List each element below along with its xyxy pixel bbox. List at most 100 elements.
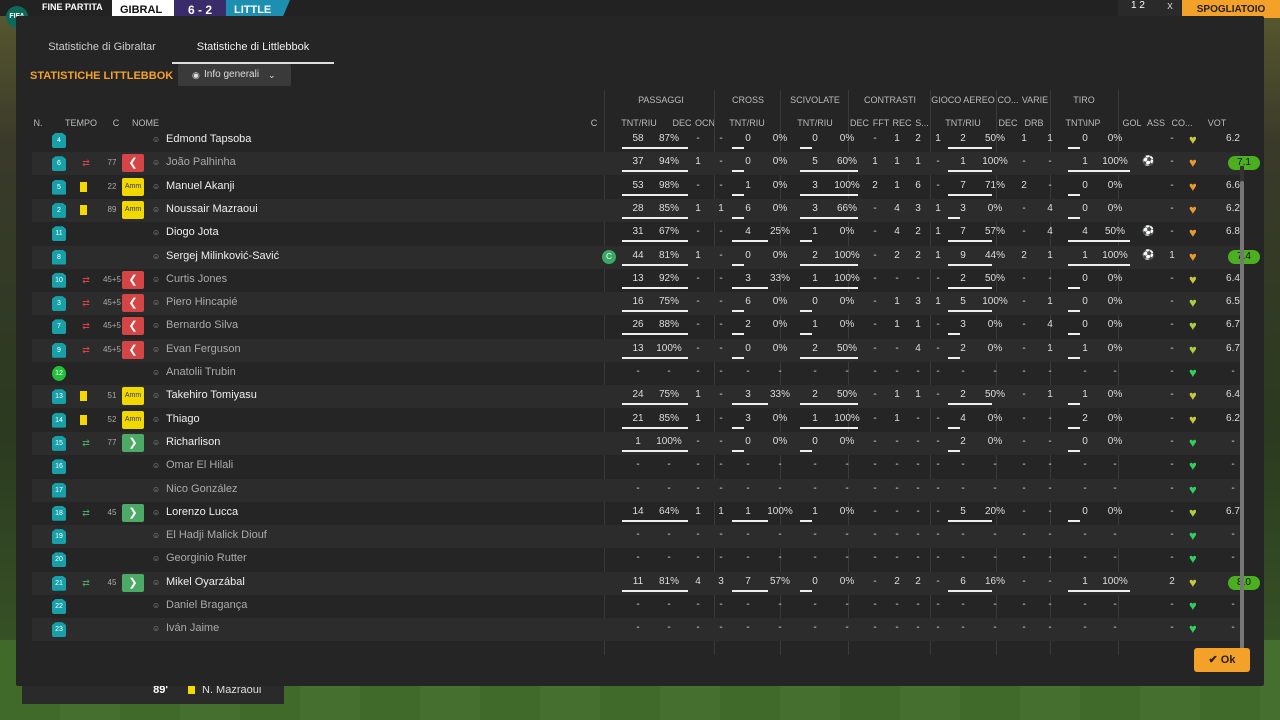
table-row[interactable]: 22 ☺ Daniel Bragança - - - - - - - - - - - - - - - - - - - ♥ -: [32, 595, 1240, 618]
col-goals[interactable]: GOL: [1122, 118, 1142, 128]
player-name[interactable]: Piero Hincapié: [166, 296, 238, 308]
table-row[interactable]: 14 52 Amm ☺ Thiago 21 85% 1-3 0% 1 100% -1- -4 0% - -2 0…: [32, 409, 1240, 432]
pass-chances: -: [719, 482, 723, 494]
col-captain[interactable]: C: [588, 118, 600, 128]
table-row[interactable]: 9 ⇄ 45+5 ❮ ☺ Evan Ferguson 13 100% - -0 0% 2 50% - -4-…: [32, 338, 1240, 362]
table-row[interactable]: 20 ☺ Georginio Rutter - - - - - - - - - - - - - - - - - - - ♥ -: [32, 548, 1240, 571]
col-c[interactable]: C: [110, 118, 122, 128]
col-rating[interactable]: VOT: [1202, 118, 1232, 128]
shots-attempted: 0: [1082, 296, 1088, 308]
player-name[interactable]: El Hadji Malick Diouf: [166, 529, 267, 541]
col-con-fft[interactable]: FFT: [872, 118, 890, 128]
player-name[interactable]: Iván Jaime: [166, 622, 219, 634]
col-con-rec[interactable]: REC: [892, 118, 912, 128]
col-pass-dec[interactable]: DEC: [672, 118, 692, 128]
col-time[interactable]: TEMPO: [64, 118, 98, 128]
table-row[interactable]: 7 ⇄ 45+5 ❮ ☺ Bernardo Silva 26 88% - -2 0% 1 0% -1 1-3…: [32, 315, 1240, 338]
player-name[interactable]: Sergej Milinković-Savić: [166, 250, 279, 262]
table-row[interactable]: 11 ☺ Diogo Jota 31 67% - - 4 25% 1 0% - 4 2 1 7 57% - 4 4 50…: [32, 222, 1240, 245]
table-row[interactable]: 18 ⇄ 45 ❯ ☺ Lorenzo Lucca 14 64% 1 1 1 100% 1 0% - - - -5…: [32, 502, 1240, 525]
aerial-attempted: 9: [960, 249, 966, 261]
pass-chances: -: [719, 459, 723, 471]
shirt-number-icon: 12: [52, 366, 66, 381]
player-name[interactable]: Anatolii Trubin: [166, 366, 236, 378]
player-name[interactable]: Omar El Hilali: [166, 459, 233, 471]
table-row[interactable]: 10 ⇄ 45+5 ❮ ☺ Curtis Jones 13 92% - -3 33% 1 100% - - -…: [32, 269, 1240, 292]
duel-s: -: [936, 319, 940, 331]
player-name[interactable]: Bernardo Silva: [166, 319, 238, 331]
col-number[interactable]: N.: [30, 118, 46, 128]
col-pass-ocn[interactable]: OCN: [694, 118, 716, 128]
tab-littlebbok-stats[interactable]: Statistiche di Littlebbok: [172, 34, 334, 64]
table-row[interactable]: 17 ☺ Nico González - - - - - - - - - - - - - - - - - - - ♥ -: [32, 478, 1240, 502]
player-name[interactable]: Noussair Mazraoui: [166, 203, 258, 215]
table-row[interactable]: 6 ⇄ 77 ❮ ☺ João Palhinha 37 94% 1-0 0% 5 60% 1 1 1-1 10…: [32, 152, 1260, 176]
table-row[interactable]: 13 51 Amm ☺ Takehiro Tomiyasu 24 75% 1-3 33% 2 50%…: [32, 385, 1240, 409]
table-row[interactable]: 2 89 Amm ☺ Noussair Mazraoui 28 85% 1 1 6 0% 3 66% -4…: [32, 198, 1240, 222]
player-name[interactable]: Takehiro Tomiyasu: [166, 389, 257, 401]
duel-s: 1: [935, 202, 941, 214]
cross-pct: 0%: [772, 435, 788, 447]
col-condition[interactable]: CO...: [1170, 118, 1194, 128]
player-name[interactable]: Curtis Jones: [166, 273, 227, 285]
pass-pct: 85%: [658, 412, 679, 424]
table-row[interactable]: 21 ⇄ 45 ❯ ☺ Mikel Oyarzábal 11 81% 4 3 7 57% 0 0% -2 2-…: [32, 571, 1260, 595]
goal-ball-icon: ⚽: [1142, 226, 1155, 238]
table-row[interactable]: 8 ☺ Sergej Milinković-Savić C 44 81% 1 - 0 0% 2 100…: [32, 245, 1260, 269]
cross-pct: 0%: [772, 202, 788, 214]
player-name[interactable]: Edmond Tapsoba: [166, 133, 251, 145]
col-aereo-tnt[interactable]: TNT/RIU: [944, 118, 982, 128]
assists: -: [1170, 342, 1174, 354]
table-row[interactable]: 5 22 Amm ☺ Manuel Akanji 53 98% - -1 0% 3 100% 2 1 6-7…: [32, 176, 1240, 199]
tab-gibraltar-stats[interactable]: Statistiche di Gibraltar: [32, 34, 172, 64]
player-name[interactable]: João Palhinha: [166, 156, 236, 168]
table-row[interactable]: 4 ☺ Edmond Tapsoba 58 87% - - 0 0% 0 0% - 1 2 1 2 50% 1 1 0…: [32, 129, 1240, 152]
player-name[interactable]: Thiago: [166, 413, 200, 425]
player-name[interactable]: Daniel Bragança: [166, 599, 247, 611]
col-scivolate-tnt[interactable]: TNT/RIU: [796, 118, 834, 128]
player-name[interactable]: Manuel Akanji: [166, 180, 235, 192]
table-row[interactable]: 15 ⇄ 77 ❯ ☺ Richarlison 1 100% - -0 0% 0 0% - - - -2 0% - -…: [32, 431, 1240, 455]
col-assists[interactable]: ASS: [1146, 118, 1166, 128]
aerial-bar: [948, 147, 992, 149]
table-row[interactable]: 23 ☺ Iván Jaime - - - - - - - - - - - - - - - - - - - ♥ -: [32, 618, 1240, 642]
shots-bar: [1068, 403, 1080, 406]
tackle-bar: [800, 286, 858, 289]
table-row[interactable]: 12 ☺ Anatolii Trubin - - - - - - - - - - - - - - - - - - - ♥ -: [32, 362, 1240, 385]
player-name[interactable]: Georginio Rutter: [166, 552, 247, 564]
shots-bar: [1068, 356, 1080, 359]
aerial-attempted: -: [961, 599, 965, 610]
player-name[interactable]: Nico González: [166, 483, 238, 495]
booked-badge: Amm: [122, 387, 144, 406]
duel-dec: -: [873, 459, 877, 471]
col-cross-tnt[interactable]: TNT/RIU: [728, 118, 766, 128]
condition-heart-icon: ♥: [1189, 621, 1197, 637]
player-name[interactable]: Richarlison: [166, 436, 220, 448]
shirt-number-icon: 5: [52, 179, 66, 195]
duel-s: -: [936, 599, 940, 610]
cross-bar: [732, 286, 768, 289]
player-name[interactable]: Mikel Oyarzábal: [166, 576, 245, 588]
col-pass-tnt[interactable]: TNT/RIU: [620, 118, 658, 128]
col-varie-drb[interactable]: DRB: [1022, 118, 1046, 128]
table-row[interactable]: 19 ☺ El Hadji Malick Diouf - - - - - - - - - - - - - - - -…: [32, 525, 1240, 549]
shots-attempted: -: [1083, 459, 1087, 471]
shots-attempted: 0: [1082, 133, 1088, 144]
shots-attempted: 4: [1082, 226, 1088, 238]
col-con-s[interactable]: S...: [914, 118, 930, 128]
ok-button[interactable]: ✔ Ok: [1194, 648, 1250, 672]
col-tiro-tnt[interactable]: TNT\INP: [1064, 118, 1102, 128]
table-row[interactable]: 16 ☺ Omar El Hilali - - - - - - - - - - - - - - - - - - - ♥ -: [32, 455, 1240, 478]
scrollbar-thumb[interactable]: [1240, 181, 1244, 649]
player-name[interactable]: Evan Ferguson: [166, 343, 241, 355]
col-name[interactable]: NOME: [132, 118, 162, 128]
col-con-dec[interactable]: DEC: [850, 118, 869, 128]
aerial-pct: 100%: [982, 156, 1008, 168]
col-co-dec[interactable]: DEC: [998, 118, 1018, 128]
tackle-pct: -: [845, 599, 849, 610]
rating-badge: 7.4: [1228, 249, 1260, 264]
table-row[interactable]: 3 ⇄ 45+5 ❮ ☺ Piero Hincapié 16 75% - -6 0% 0 0% -1 3 1 5…: [32, 292, 1240, 316]
yellow-card-icon: [80, 414, 87, 425]
player-name[interactable]: Lorenzo Lucca: [166, 506, 238, 518]
player-name[interactable]: Diogo Jota: [166, 226, 219, 238]
